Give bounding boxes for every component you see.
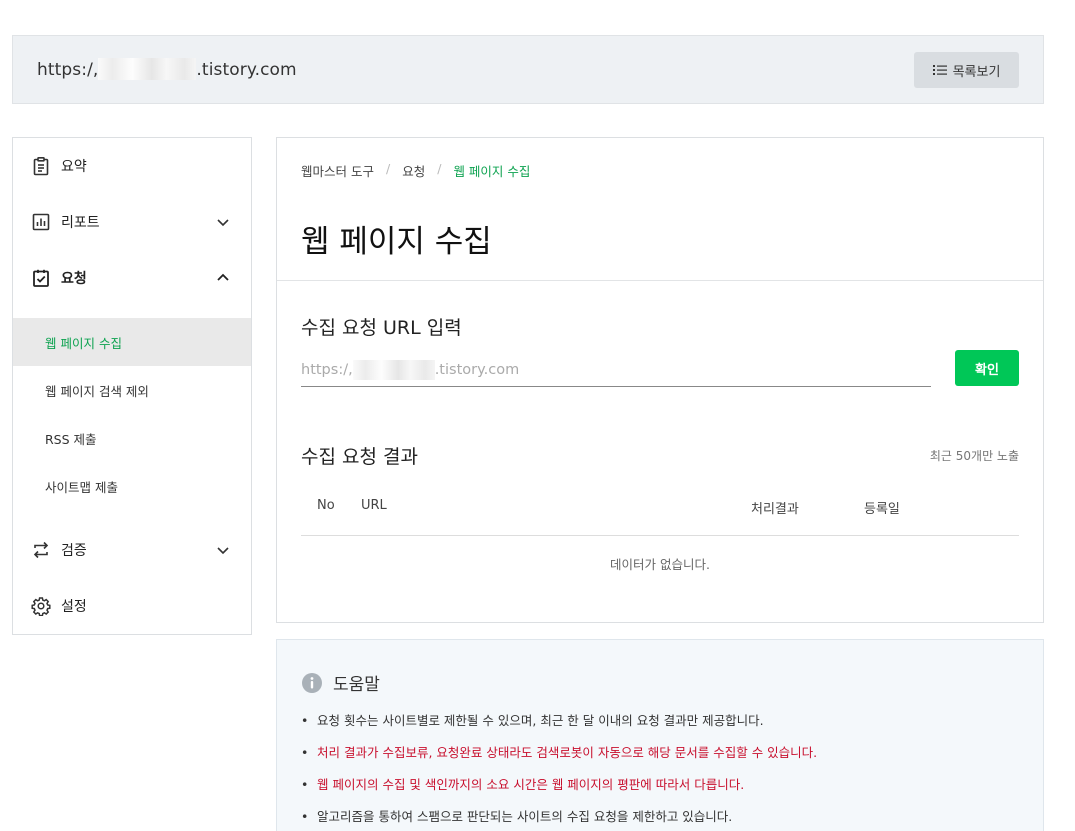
sidebar-subitem-label: 웹 페이지 검색 제외: [45, 383, 149, 399]
sidebar-item-label: 검증: [61, 543, 87, 559]
url-input-prefix: https:/,: [301, 362, 353, 378]
breadcrumb: 웹마스터 도구 / 요청 / 웹 페이지 수집: [301, 161, 530, 180]
clipboard-icon: [31, 156, 51, 176]
help-panel: 도움말 요청 횟수는 사이트별로 제한될 수 있으며, 최근 한 달 이내의 요…: [276, 639, 1044, 831]
sidebar-subitem-label: 사이트맵 제출: [45, 479, 118, 495]
sidebar-subitem-search-exclude[interactable]: 웹 페이지 검색 제외: [13, 366, 251, 414]
column-header-date: 등록일: [864, 502, 900, 517]
site-url-prefix: https:/,: [37, 60, 99, 80]
sidebar-item-settings[interactable]: 설정: [13, 578, 251, 634]
chevron-up-icon: [217, 273, 229, 281]
url-input-suffix: .tistory.com: [434, 362, 520, 378]
help-item: 요청 횟수는 사이트별로 제한될 수 있으며, 최근 한 달 이내의 요청 결과…: [301, 712, 817, 744]
request-section-title: 수집 요청 URL 입력: [301, 317, 462, 339]
table-divider: [301, 535, 1019, 536]
sidebar-item-label: 요청: [61, 271, 87, 287]
column-header-result: 처리결과: [751, 502, 799, 517]
sidebar-item-summary[interactable]: 요약: [13, 138, 251, 194]
list-icon: [932, 65, 947, 75]
sidebar-item-request[interactable]: 요청: [13, 250, 251, 306]
column-header-url: URL: [361, 498, 387, 513]
list-view-button[interactable]: 목록보기: [914, 52, 1019, 88]
main-panel: 웹마스터 도구 / 요청 / 웹 페이지 수집 웹 페이지 수집 수집 요청 U…: [276, 137, 1044, 623]
sidebar-subitem-rss-submit[interactable]: RSS 제출: [13, 414, 251, 462]
list-view-label: 목록보기: [952, 64, 1001, 80]
page-title: 웹 페이지 수집: [301, 224, 492, 260]
repeat-icon: [31, 540, 51, 560]
chart-icon: [31, 212, 51, 232]
breadcrumb-item[interactable]: 요청: [402, 161, 425, 180]
chevron-down-icon: [217, 547, 229, 555]
url-input[interactable]: https:/, .tistory.com: [301, 354, 931, 387]
site-url-suffix: .tistory.com: [196, 60, 297, 80]
sidebar-item-label: 요약: [61, 159, 87, 175]
help-item: 알고리즘을 통하여 스팸으로 판단되는 사이트의 수집 요청을 제한하고 있습니…: [301, 808, 817, 831]
help-list: 요청 횟수는 사이트별로 제한될 수 있으며, 최근 한 달 이내의 요청 결과…: [301, 712, 817, 831]
breadcrumb-separator: /: [437, 161, 442, 176]
sidebar-subitem-sitemap-submit[interactable]: 사이트맵 제출: [13, 462, 251, 510]
clipboard-check-icon: [31, 268, 51, 288]
site-url: https:/, .tistory.com: [37, 58, 297, 80]
divider: [277, 280, 1043, 281]
help-header: 도움말: [301, 670, 380, 695]
breadcrumb-separator: /: [385, 161, 391, 176]
empty-message: 데이터가 없습니다.: [610, 557, 710, 572]
sidebar-subitem-label: RSS 제출: [45, 431, 97, 447]
redacted-blur: [352, 360, 435, 380]
gear-icon: [31, 596, 51, 616]
sidebar: 요약 리포트 요청 웹 페이지 수집 웹 페이지 검색 제외 RSS 제출 사이…: [12, 137, 252, 635]
sidebar-subitem-label: 웹 페이지 수집: [45, 335, 122, 351]
confirm-button[interactable]: 확인: [955, 350, 1019, 386]
site-bar: https:/, .tistory.com 목록보기: [12, 35, 1044, 104]
column-header-no: No: [317, 498, 335, 513]
breadcrumb-current: 웹 페이지 수집: [453, 164, 531, 179]
recent-note: 최근 50개만 노출: [929, 449, 1019, 463]
help-title: 도움말: [333, 675, 380, 695]
help-item-warning: 처리 결과가 수집보류, 요청완료 상태라도 검색로봇이 자동으로 해당 문서를…: [301, 744, 817, 776]
redacted-blur: [98, 58, 197, 80]
chevron-down-icon: [217, 219, 229, 227]
sidebar-item-label: 설정: [61, 599, 87, 615]
sidebar-item-verify[interactable]: 검증: [13, 522, 251, 578]
sidebar-item-label: 리포트: [61, 215, 100, 231]
results-section-title: 수집 요청 결과: [301, 446, 418, 468]
help-item-warning: 웹 페이지의 수집 및 색인까지의 소요 시간은 웹 페이지의 평판에 따라서 …: [301, 776, 817, 808]
sidebar-subitem-page-collect[interactable]: 웹 페이지 수집: [13, 318, 251, 366]
breadcrumb-item[interactable]: 웹마스터 도구: [301, 161, 374, 180]
sidebar-item-report[interactable]: 리포트: [13, 194, 251, 250]
info-icon: [302, 672, 322, 693]
